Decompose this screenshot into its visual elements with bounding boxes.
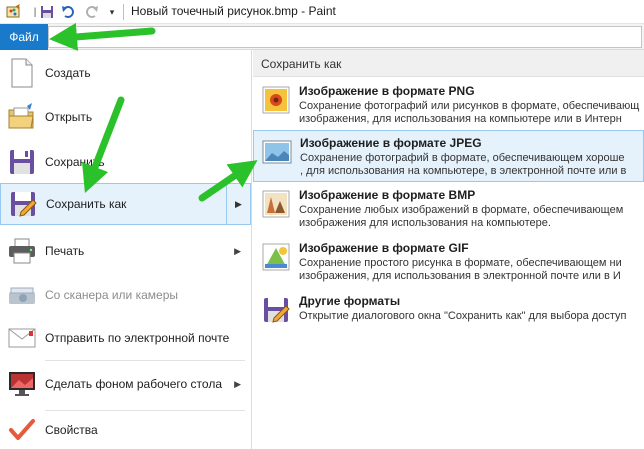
save-as-icon — [7, 188, 39, 220]
menu-item-scanner: Со сканера или камеры — [0, 275, 251, 315]
title-bar: | ▾ Новый точечный рисунок.bmp - Paint — [0, 0, 644, 24]
format-title: Изображение в формате GIF — [299, 241, 469, 255]
file-tab[interactable]: Файл — [0, 24, 48, 50]
printer-icon — [6, 235, 38, 267]
chevron-right-icon[interactable]: ▶ — [234, 246, 241, 257]
format-description: Сохранение фотографий или рисунков в фор… — [299, 100, 640, 125]
save-as-bmp[interactable]: Изображение в формате BMP Сохранение люб… — [253, 183, 644, 235]
save-as-other-formats[interactable]: Другие форматы Открытие диалогового окна… — [253, 289, 644, 329]
menu-item-properties[interactable]: Свойства — [0, 412, 251, 448]
menu-item-label: Печать — [45, 244, 85, 258]
undo-icon[interactable] — [60, 3, 78, 21]
format-description: Открытие диалогового окна "Сохранить как… — [299, 310, 627, 322]
customize-toolbar-icon[interactable]: ▾ — [103, 3, 121, 21]
menu-item-label: Сохранить как — [46, 197, 127, 211]
title-separator — [123, 4, 124, 20]
menu-item-save[interactable]: Сохранить — [0, 141, 251, 183]
save-as-jpeg[interactable]: Изображение в формате JPEG Сохранение фо… — [253, 130, 644, 182]
menu-item-label: Сделать фоном рабочего стола — [45, 377, 222, 391]
menu-item-label: Создать — [45, 66, 91, 80]
format-description: Сохранение простого рисунка в формате, о… — [299, 257, 622, 282]
format-title: Изображение в формате BMP — [299, 188, 476, 202]
jpeg-image-icon — [261, 136, 293, 168]
gif-image-icon — [260, 241, 292, 273]
menu-item-email[interactable]: Отправить по электронной почте — [0, 318, 251, 358]
submenu-header: Сохранить как — [253, 50, 644, 77]
properties-check-icon — [6, 414, 38, 446]
menu-item-label: Свойства — [45, 423, 98, 437]
chevron-right-icon[interactable]: ▶ — [234, 379, 241, 390]
quick-save-icon[interactable] — [38, 3, 56, 21]
menu-item-open[interactable]: Открыть — [0, 97, 251, 137]
menu-item-label: Открыть — [45, 110, 93, 124]
submenu-header-label: Сохранить как — [261, 57, 342, 71]
menu-divider — [45, 360, 245, 361]
desktop-background-icon — [6, 368, 38, 400]
menu-item-print[interactable]: Печать ▶ — [0, 231, 251, 271]
save-icon — [6, 146, 38, 178]
other-formats-save-icon — [260, 294, 292, 326]
email-icon — [6, 322, 38, 354]
save-as-submenu: Сохранить как Изображение в формате PNG … — [253, 50, 644, 449]
menu-divider — [45, 410, 245, 411]
format-description: Сохранение любых изображений в формате, … — [299, 204, 624, 229]
file-menu: Создать Открыть Сохранить Сохранить как … — [0, 50, 252, 449]
menu-item-label: Отправить по электронной почте — [45, 331, 230, 345]
menu-item-label: Со сканера или камеры — [45, 288, 178, 302]
ribbon-panel — [48, 26, 642, 48]
format-title: Изображение в формате JPEG — [300, 136, 482, 150]
bmp-image-icon — [260, 188, 292, 220]
chevron-right-icon[interactable]: ▶ — [226, 184, 250, 224]
save-as-gif[interactable]: Изображение в формате GIF Сохранение про… — [253, 236, 644, 288]
new-document-icon — [6, 57, 38, 89]
format-title: Другие форматы — [299, 294, 401, 308]
paint-app-icon[interactable] — [4, 3, 22, 21]
save-as-png[interactable]: Изображение в формате PNG Сохранение фот… — [253, 79, 644, 131]
window-title: Новый точечный рисунок.bmp - Paint — [131, 4, 336, 18]
format-description: Сохранение фотографий в формате, обеспеч… — [300, 152, 627, 177]
menu-item-save-as[interactable]: Сохранить как ▶ — [0, 183, 251, 225]
format-title: Изображение в формате PNG — [299, 84, 475, 98]
menu-item-label: Сохранить — [45, 155, 105, 169]
redo-icon[interactable] — [82, 3, 100, 21]
open-folder-icon — [6, 101, 38, 133]
scanner-icon — [6, 279, 38, 311]
menu-item-create[interactable]: Создать — [0, 54, 251, 92]
menu-item-desktop-background[interactable]: Сделать фоном рабочего стола ▶ — [0, 363, 251, 405]
png-image-icon — [260, 84, 292, 116]
